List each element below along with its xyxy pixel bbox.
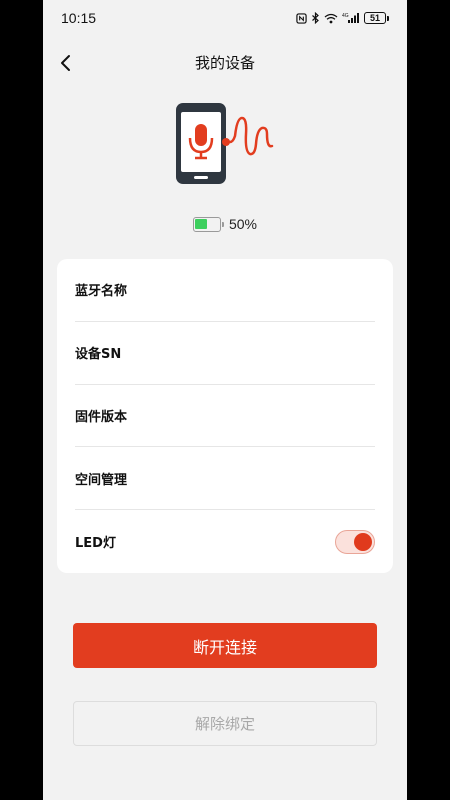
led-toggle[interactable] <box>335 529 375 554</box>
header: 我的设备 <box>43 44 407 82</box>
battery-percent: 50% <box>228 216 258 232</box>
wifi-icon <box>324 13 338 23</box>
status-icons: 4G 51 <box>296 12 389 24</box>
row-label: 蓝牙名称 <box>75 284 128 300</box>
row-firmware-version[interactable]: 固件版本 <box>75 385 375 448</box>
status-battery-tip <box>387 15 389 21</box>
device-battery: 50% <box>43 214 407 234</box>
battery-icon <box>192 216 224 232</box>
settings-card: 蓝牙名称 设备SN 固件版本 空间管理 LED灯 <box>57 259 393 573</box>
device-screen: 10:15 4G 51 我的设备 50% 蓝牙名称 设备SN 固件版本 空间管理… <box>43 0 407 800</box>
toggle-knob <box>354 532 372 551</box>
bluetooth-icon <box>312 12 319 24</box>
battery-fill <box>195 219 207 229</box>
row-bluetooth-name[interactable]: 蓝牙名称 <box>75 259 375 322</box>
row-led-light: LED灯 <box>75 510 375 573</box>
status-battery-icon: 51 <box>364 12 386 24</box>
phone-microphone-icon <box>176 103 274 184</box>
row-device-sn[interactable]: 设备SN <box>75 322 375 385</box>
signal-icon: 4G <box>342 13 359 23</box>
disconnect-button[interactable]: 断开连接 <box>73 623 377 668</box>
page-title: 我的设备 <box>194 54 255 72</box>
row-label: LED灯 <box>75 536 116 552</box>
row-label: 设备SN <box>75 347 122 363</box>
status-time: 10:15 <box>61 10 97 26</box>
row-storage-management[interactable]: 空间管理 <box>75 447 375 511</box>
svg-text:4G: 4G <box>342 13 349 19</box>
row-label: 固件版本 <box>75 409 128 425</box>
nfc-icon <box>296 12 307 24</box>
status-bar: 10:15 4G 51 <box>43 0 407 36</box>
unbind-button[interactable]: 解除绑定 <box>73 701 377 746</box>
row-label: 空间管理 <box>75 472 128 488</box>
device-illustration <box>171 100 281 188</box>
